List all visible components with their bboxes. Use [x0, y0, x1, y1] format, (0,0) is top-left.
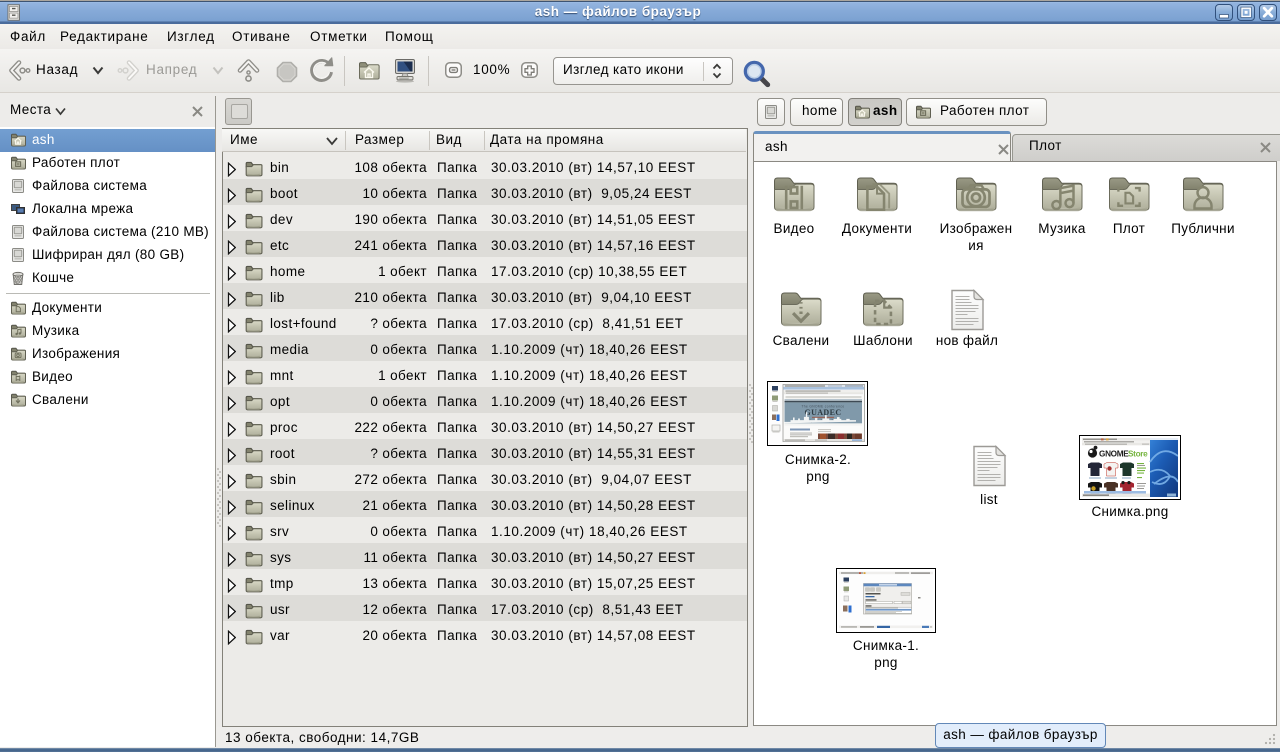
- svg-text:GNOME: GNOME: [1099, 449, 1129, 458]
- svg-text:GUADEC: GUADEC: [804, 408, 841, 417]
- svg-text:Store: Store: [1128, 449, 1148, 458]
